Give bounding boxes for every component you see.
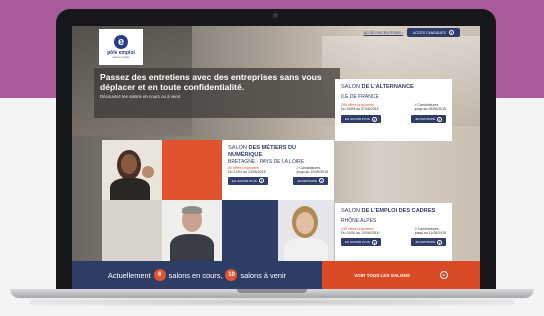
photo-man-glasses <box>162 200 222 261</box>
applications-until: jusqu'au 10/05/2015 <box>296 170 328 175</box>
salon-title: SALON DE L'ALTERNANCE <box>341 84 414 90</box>
more-info-button[interactable]: EN SAVOIR PLUS <box>341 115 381 124</box>
header-links: ACCÈS RECRUTEURS › ACCÈS CANDIDATS <box>364 28 460 37</box>
applications-until: jusqu'au 05/06/2015 <box>414 106 446 111</box>
logo-subtitle: salons en ligne <box>112 56 130 59</box>
promo-scene: ACCÈS RECRUTEURS › ACCÈS CANDIDATS e pôl… <box>0 0 544 316</box>
upcoming-salons-count: 10 <box>225 269 238 281</box>
more-info-button[interactable]: EN SAVOIR PLUS <box>228 176 268 185</box>
laptop-base-notch <box>237 289 307 293</box>
summary-prefix: Actuellement <box>107 270 151 280</box>
arrow-circle-icon <box>437 239 442 245</box>
arrow-circle-icon <box>449 30 454 35</box>
applications-info: // Candidatures jusqu'au 05/06/2015 <box>415 103 446 112</box>
navy-tile <box>222 200 278 261</box>
arrow-circle-icon <box>371 116 377 122</box>
summary-suffix: salons à venir <box>240 270 287 280</box>
arrow-circle-icon <box>437 116 442 122</box>
salon-card-numerique: SALON DES MÉTIERS DU NUMÉRIQUE BRETAGNE … <box>222 140 334 200</box>
light-tile <box>102 200 162 261</box>
laptop-screen: ACCÈS RECRUTEURS › ACCÈS CANDIDATS e pôl… <box>72 26 480 289</box>
salon-region: RHÔNE ALPES <box>341 217 377 224</box>
hero-subtitle: Découvrez les salons en cours ou à venir… <box>100 94 182 99</box>
salon-count-summary: Actuellement 6 salons en cours, 10 salon… <box>72 261 322 289</box>
offers-info: 80 offres proposées Du 27/04 au 13/05/20… <box>228 166 266 175</box>
logo-mark: e <box>114 35 128 49</box>
salon-summary-bar: Actuellement 6 salons en cours, 10 salon… <box>72 261 480 289</box>
applications-until: jusqu'au 11/06/2015 <box>414 230 446 235</box>
offers-info: 135 offres proposées Du 01/06 au 13/06/2… <box>341 227 379 236</box>
laptop-shadow <box>30 298 514 306</box>
participate-button[interactable]: JE PARTICIPE <box>411 115 446 124</box>
photo-smiling-woman <box>102 140 162 200</box>
participate-button[interactable]: JE PARTICIPE <box>293 176 328 185</box>
salon-card-alternance: SALON DE L'ALTERNANCE ILE DE FRANCE 208 … <box>335 79 452 141</box>
applications-info: // Candidatures jusqu'au 10/05/2015 <box>297 166 328 175</box>
salon-title: SALON DE L'EMPLOI DES CADRES <box>341 208 436 214</box>
salon-region: ILE DE FRANCE <box>341 93 379 100</box>
hero-banner: Passez des entretiens avec des entrepris… <box>94 68 340 118</box>
orange-tile <box>162 140 222 200</box>
camera-icon <box>273 13 278 18</box>
candidate-access-label: ACCÈS CANDIDATS <box>413 30 446 35</box>
summary-middle: salons en cours, <box>168 270 223 280</box>
hero-title: Passez des entretiens avec des entrepris… <box>100 72 322 92</box>
arrow-circle-icon <box>258 178 264 184</box>
offers-dates: Du 15/05 au 07/06/2015 <box>341 106 379 111</box>
candidate-access-button[interactable]: ACCÈS CANDIDATS <box>407 28 460 37</box>
arrow-circle-icon <box>439 271 448 279</box>
participate-button[interactable]: JE PARTICIPE <box>411 238 446 247</box>
recruiter-access-link[interactable]: ACCÈS RECRUTEURS › <box>364 31 403 35</box>
salon-card-cadres: SALON DE L'EMPLOI DES CADRES RHÔNE ALPES… <box>335 203 452 261</box>
arrow-circle-icon <box>319 178 324 184</box>
salon-title: SALON DES MÉTIERS DU NUMÉRIQUE <box>228 145 297 158</box>
more-info-button[interactable]: EN SAVOIR PLUS <box>341 238 381 247</box>
laptop-bezel: ACCÈS RECRUTEURS › ACCÈS CANDIDATS e pôl… <box>56 9 496 289</box>
offers-dates: Du 01/06 au 13/06/2015 <box>341 230 379 235</box>
arrow-circle-icon <box>371 239 377 245</box>
see-all-salons-button[interactable]: VOIR TOUS LES SALONS <box>322 261 480 289</box>
see-all-salons-label: VOIR TOUS LES SALONS <box>354 272 410 278</box>
offers-dates: Du 27/04 au 13/05/2015 <box>228 170 266 175</box>
current-salons-count: 6 <box>153 269 166 281</box>
photo-woman-blonde <box>278 200 334 261</box>
offers-info: 208 offres proposées Du 15/05 au 07/06/2… <box>341 103 379 112</box>
pole-emploi-logo[interactable]: e pôle emploi salons en ligne <box>99 29 143 65</box>
applications-info: // Candidatures jusqu'au 11/06/2015 <box>415 227 446 236</box>
salon-region: BRETAGNE - PAYS DE LA LOIRE <box>228 159 305 166</box>
